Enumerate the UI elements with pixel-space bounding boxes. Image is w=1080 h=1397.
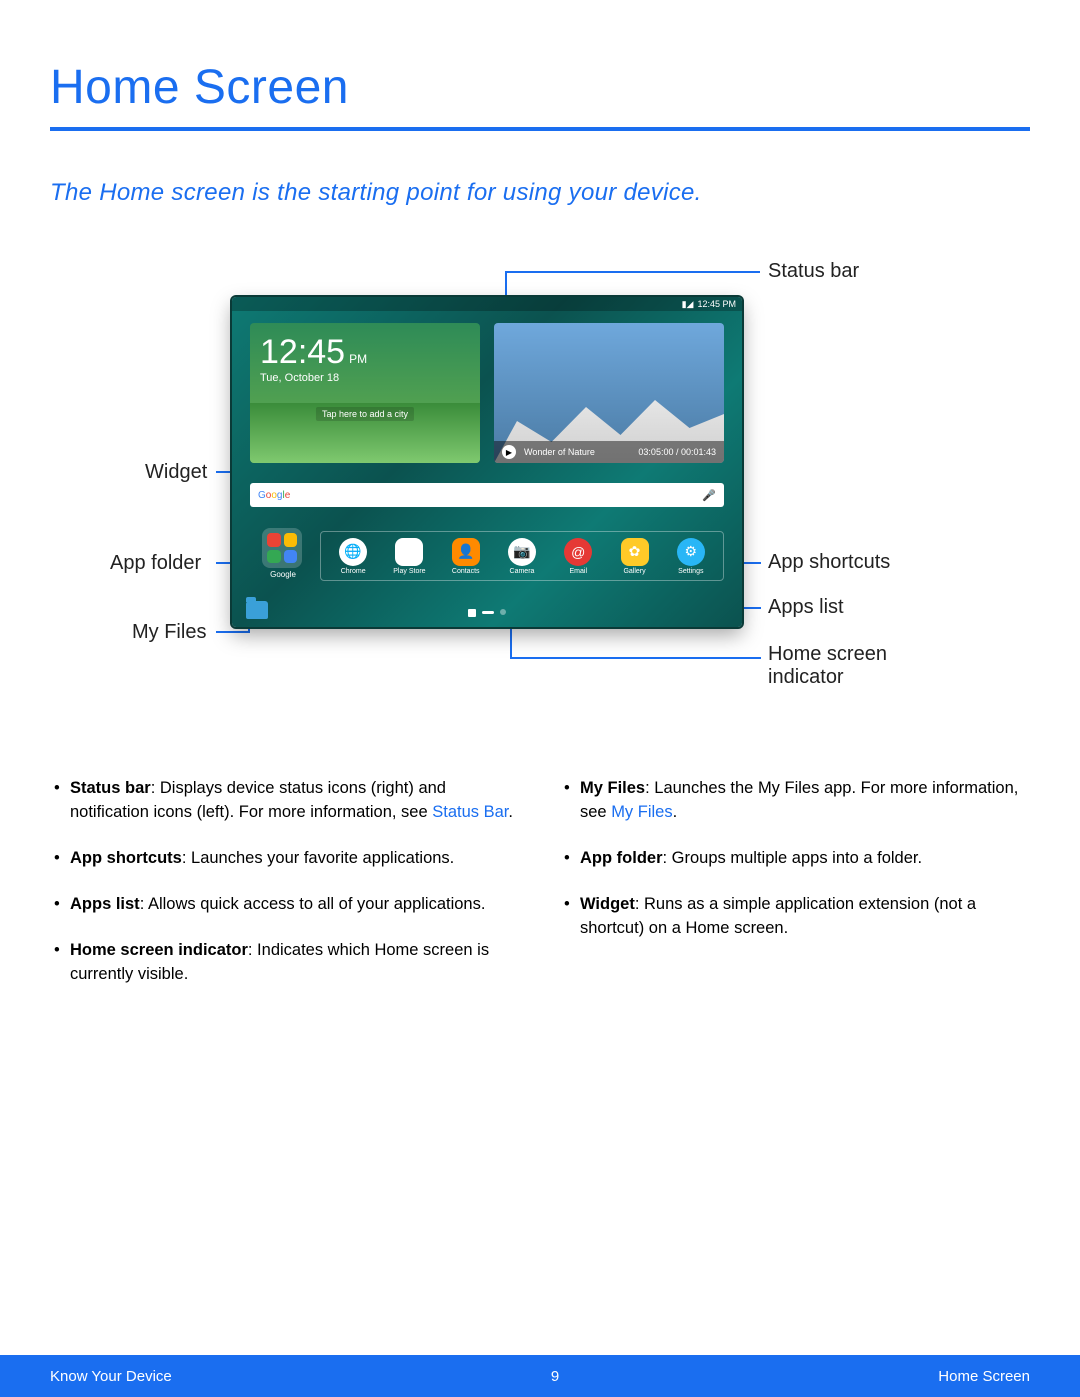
clock-date: Tue, October 18	[260, 372, 470, 384]
callout-home-indicator: Home screen indicator	[768, 643, 918, 689]
list-item: Home screen indicator: Indicates which H…	[50, 939, 520, 987]
footer-center: 9	[551, 1368, 559, 1385]
indicator-active	[482, 611, 494, 614]
list-item: App shortcuts: Launches your favorite ap…	[50, 847, 520, 871]
list-item: Apps list: Allows quick access to all of…	[50, 893, 520, 917]
clock-tap-hint: Tap here to add a city	[316, 407, 414, 421]
signal-icon: ▮◢	[682, 299, 694, 310]
app-email: @Email	[553, 538, 603, 575]
diagram-area: Status bar App shortcuts Apps list Home …	[50, 267, 1030, 727]
indicator-dot	[500, 609, 506, 615]
app-gallery: ✿Gallery	[610, 538, 660, 575]
video-widget: ▶ Wonder of Nature 03:05:00 / 00:01:43	[494, 323, 724, 463]
bullets-left: Status bar: Displays device status icons…	[50, 777, 520, 1009]
status-bar: ▮◢ 12:45 PM	[232, 297, 742, 311]
video-time: 03:05:00 / 00:01:43	[638, 447, 716, 457]
google-search-widget: Google 🎤	[250, 483, 724, 507]
line-indicator-h	[510, 657, 761, 659]
bullet-columns: Status bar: Displays device status icons…	[50, 777, 1030, 1009]
clock-time-value: 12:45	[260, 333, 345, 371]
bullets-right: My Files: Launches the My Files app. For…	[560, 777, 1030, 1009]
app-chrome: 🌐Chrome	[328, 538, 378, 575]
home-indicators	[468, 609, 506, 617]
video-bar: ▶ Wonder of Nature 03:05:00 / 00:01:43	[494, 441, 724, 463]
footer-right: Home Screen	[938, 1368, 1030, 1385]
callout-apps-list: Apps list	[768, 596, 844, 619]
app-settings: ⚙Settings	[666, 538, 716, 575]
app-folder: Google	[262, 528, 304, 579]
callout-my-files: My Files	[132, 621, 206, 644]
app-playstore: ▶Play Store	[384, 538, 434, 575]
list-item: My Files: Launches the My Files app. For…	[560, 777, 1030, 825]
list-item: Widget: Runs as a simple application ext…	[560, 893, 1030, 941]
play-icon: ▶	[502, 445, 516, 459]
clock-widget: 12:45 PM Tue, October 18 Tap here to add …	[250, 323, 480, 463]
clock-time: 12:45 PM	[260, 333, 470, 372]
footer-left: Know Your Device	[50, 1368, 172, 1385]
tablet-mock: ▮◢ 12:45 PM 12:45 PM Tue, October 18 Tap …	[232, 297, 742, 627]
video-title: Wonder of Nature	[524, 447, 595, 457]
apps-list-icon	[468, 609, 476, 617]
folder-label: Google	[262, 570, 304, 579]
callout-status-bar: Status bar	[768, 260, 859, 283]
mic-icon: 🎤	[702, 489, 716, 502]
callout-widget: Widget	[145, 461, 207, 484]
app-dock: 🌐Chrome ▶Play Store 👤Contacts 📷Camera @E…	[320, 531, 724, 581]
line-appslist-h	[742, 607, 761, 609]
page-subtitle: The Home screen is the starting point fo…	[50, 179, 1030, 207]
line-myfiles-h	[216, 631, 248, 633]
title-rule	[50, 127, 1030, 131]
line-shortcuts-h	[742, 562, 761, 564]
page-footer: Know Your Device 9 Home Screen	[0, 1355, 1080, 1397]
page-title: Home Screen	[50, 60, 1030, 115]
google-logo: Google	[258, 490, 290, 501]
my-files-icon	[246, 601, 268, 619]
list-item: App folder: Groups multiple apps into a …	[560, 847, 1030, 871]
line-indicator-v	[510, 625, 512, 658]
callout-app-shortcuts: App shortcuts	[768, 551, 890, 574]
callout-app-folder: App folder	[110, 552, 201, 575]
status-time: 12:45 PM	[697, 299, 736, 309]
app-camera: 📷Camera	[497, 538, 547, 575]
app-contacts: 👤Contacts	[441, 538, 491, 575]
line-status-h	[505, 271, 760, 273]
clock-ampm: PM	[349, 352, 367, 366]
list-item: Status bar: Displays device status icons…	[50, 777, 520, 825]
